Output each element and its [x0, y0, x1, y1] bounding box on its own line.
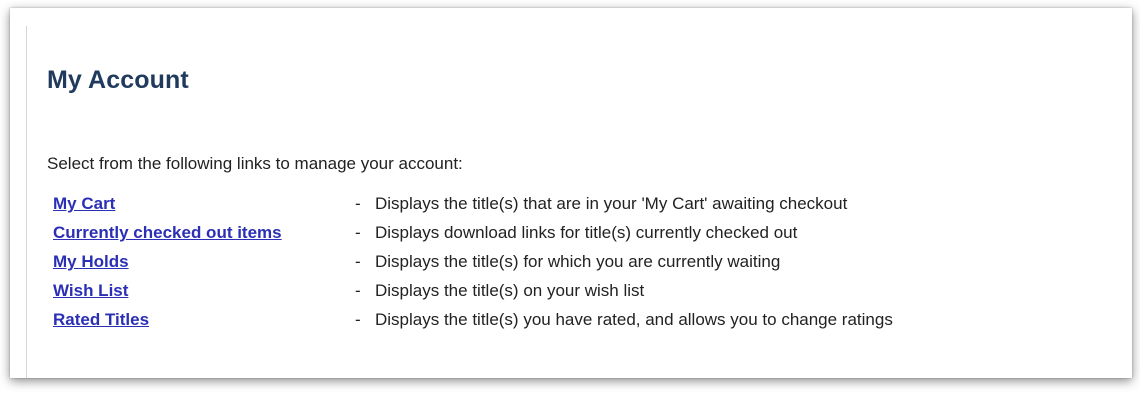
wish-list-description: Displays the title(s) on your wish list: [375, 281, 645, 300]
account-link-row-rated-titles: Rated Titles - Displays the title(s) you…: [53, 310, 1113, 339]
link-separator: -: [355, 252, 361, 271]
link-separator: -: [355, 194, 361, 213]
my-cart-description: Displays the title(s) that are in your '…: [375, 194, 848, 213]
account-link-row-wish-list: Wish List - Displays the title(s) on you…: [53, 281, 1113, 310]
link-separator: -: [355, 223, 361, 242]
my-cart-link[interactable]: My Cart: [53, 194, 355, 214]
my-holds-link[interactable]: My Holds: [53, 252, 355, 272]
account-link-row-checked-out: Currently checked out items - Displays d…: [53, 223, 1113, 252]
wish-list-link[interactable]: Wish List: [53, 281, 355, 301]
rated-titles-link[interactable]: Rated Titles: [53, 310, 355, 330]
my-holds-description: Displays the title(s) for which you are …: [375, 252, 781, 271]
link-separator: -: [355, 310, 361, 329]
account-link-row-my-holds: My Holds - Displays the title(s) for whi…: [53, 252, 1113, 281]
page-title: My Account: [47, 66, 189, 94]
account-content: My Account Select from the following lin…: [26, 26, 1132, 378]
account-link-row-my-cart: My Cart - Displays the title(s) that are…: [53, 194, 1113, 223]
account-panel: My Account Select from the following lin…: [10, 8, 1132, 378]
checked-out-items-description: Displays download links for title(s) cur…: [375, 223, 798, 242]
checked-out-items-link[interactable]: Currently checked out items: [53, 223, 355, 243]
link-separator: -: [355, 281, 361, 300]
intro-text: Select from the following links to manag…: [47, 154, 463, 173]
rated-titles-description: Displays the title(s) you have rated, an…: [375, 310, 893, 329]
account-links-list: My Cart - Displays the title(s) that are…: [53, 194, 1113, 339]
